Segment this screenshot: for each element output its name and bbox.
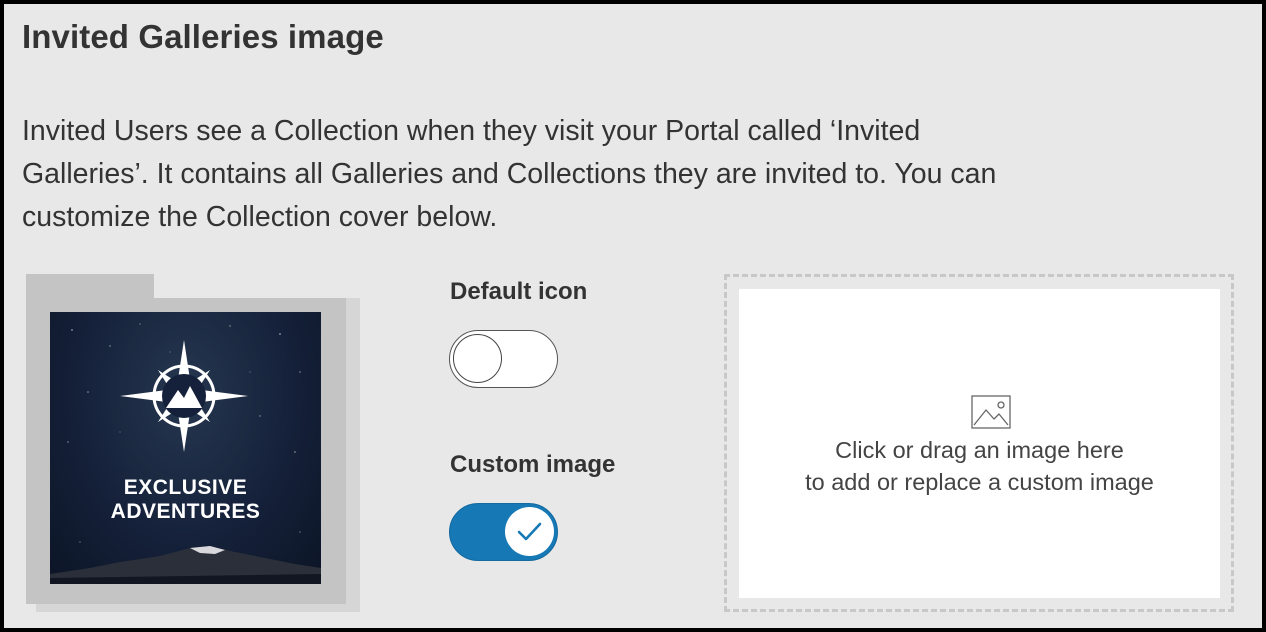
section-title: Invited Galleries image [22, 18, 384, 55]
section-description: Invited Users see a Collection when they… [22, 115, 997, 233]
image-dropzone[interactable]: Click or drag an image here to add or re… [724, 274, 1234, 612]
dropzone-instruction-line1: Click or drag an image here [835, 437, 1124, 463]
checkmark-icon [517, 522, 542, 541]
dropzone-area[interactable]: Click or drag an image here to add or re… [739, 289, 1220, 598]
custom-image-label: Custom image [450, 451, 616, 478]
toggle-knob [505, 507, 554, 556]
collection-cover-preview: EXCLUSIVE ADVENTURES [20, 270, 360, 615]
cover-artwork [50, 323, 321, 584]
dropzone-instruction-line2: to add or replace a custom image [805, 469, 1154, 495]
image-icon [971, 395, 1011, 429]
settings-panel: Invited Galleries image Invited Users se… [0, 0, 1266, 632]
custom-image-toggle[interactable] [449, 503, 558, 561]
cover-image: EXCLUSIVE ADVENTURES [50, 312, 321, 584]
default-icon-label: Default icon [450, 278, 588, 305]
cover-title-line1: EXCLUSIVE [123, 476, 248, 499]
toggle-knob [453, 334, 502, 383]
default-icon-toggle[interactable] [449, 330, 558, 388]
cover-title-line2: ADVENTURES [110, 500, 261, 523]
